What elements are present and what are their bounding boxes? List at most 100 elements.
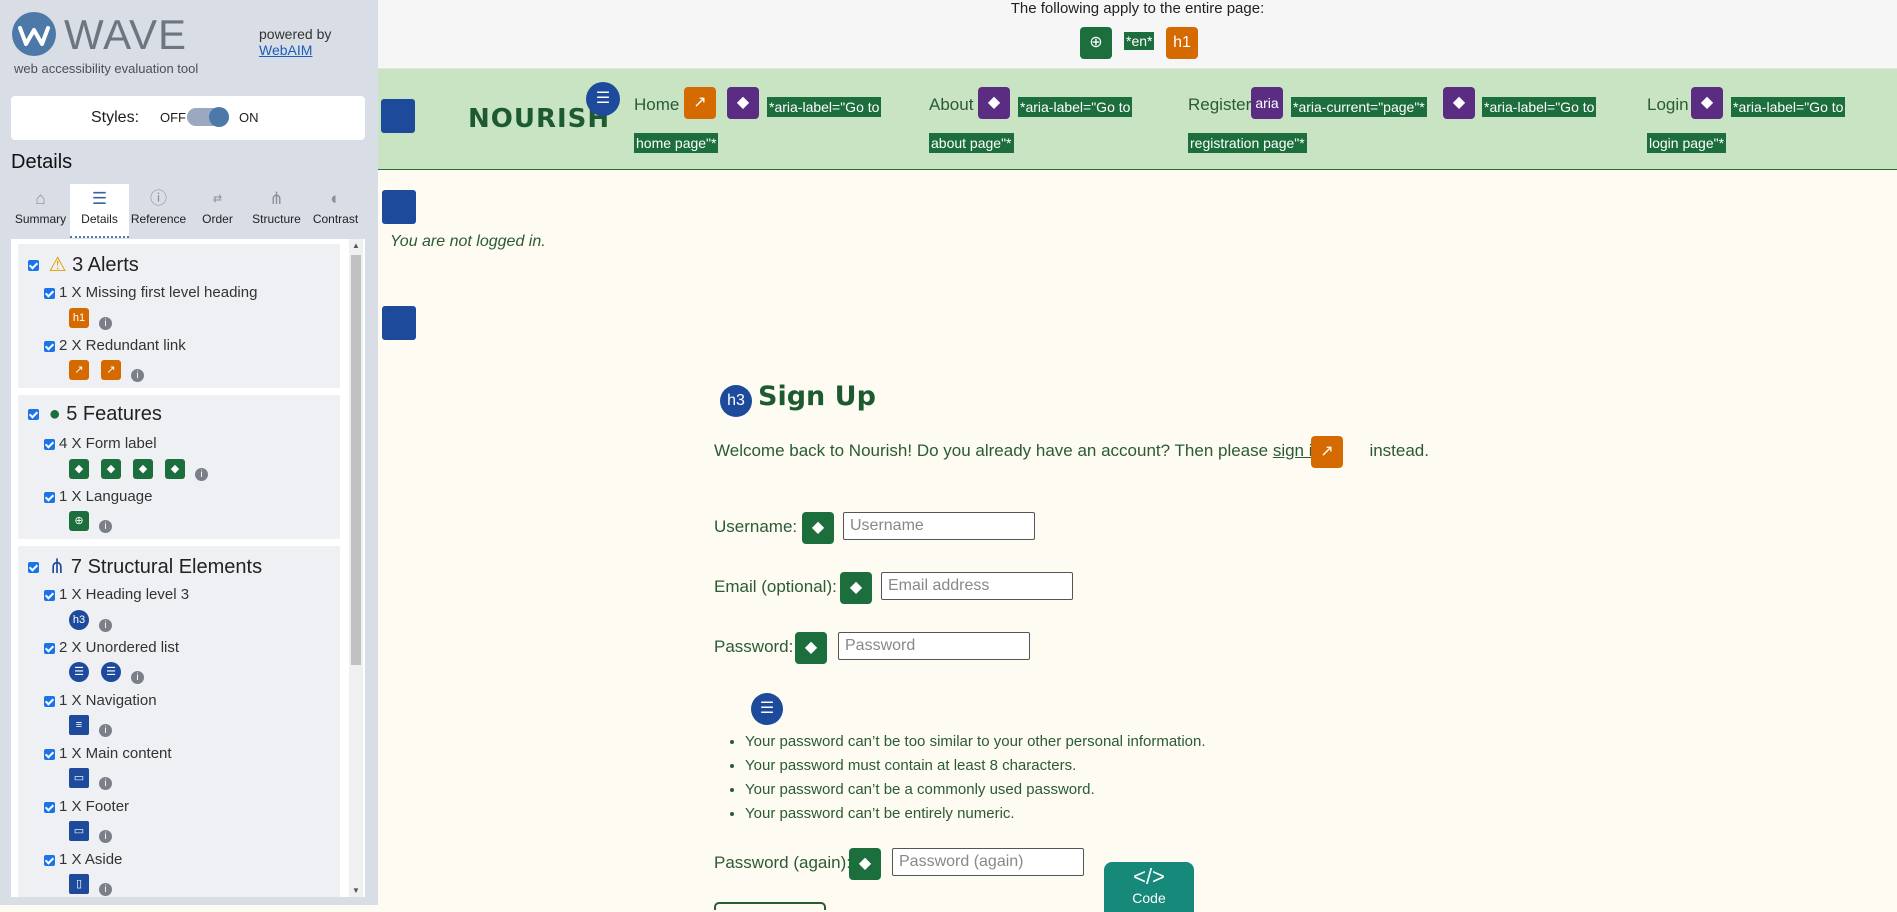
- tag-icon[interactable]: ◆: [795, 632, 827, 664]
- features-heading[interactable]: ● 5 Features: [28, 403, 162, 426]
- structure-item[interactable]: 1 X Main content: [44, 745, 172, 762]
- scroll-thumb[interactable]: [351, 255, 361, 665]
- item-checkbox[interactable]: [44, 695, 55, 707]
- info-icon[interactable]: i: [99, 776, 112, 790]
- tag-icon[interactable]: ◆: [101, 459, 121, 479]
- list-icon[interactable]: ☰: [586, 82, 620, 116]
- list-icon[interactable]: ☰: [69, 662, 89, 682]
- feature-item[interactable]: 4 X Form label: [44, 435, 157, 452]
- aria-icon[interactable]: aria: [1251, 87, 1283, 119]
- structure-icon: ⋔: [269, 189, 284, 208]
- item-checkbox[interactable]: [44, 340, 55, 352]
- nav-register[interactable]: Register: [1188, 95, 1251, 115]
- tab-details[interactable]: ☰ Details: [70, 184, 129, 238]
- tab-summary[interactable]: ⌂ Summary: [11, 184, 70, 236]
- submit-button[interactable]: [714, 902, 826, 910]
- item-checkbox[interactable]: [44, 642, 55, 654]
- structure-item[interactable]: 1 X Heading level 3: [44, 586, 189, 603]
- alert-item[interactable]: 1 X Missing first level heading: [44, 284, 257, 301]
- item-checkbox[interactable]: [44, 801, 55, 813]
- structure-item[interactable]: 1 X Aside: [44, 851, 122, 868]
- tab-structure[interactable]: ⋔ Structure: [247, 184, 306, 236]
- tag-icon[interactable]: ◆: [802, 512, 834, 544]
- structure-item[interactable]: 1 X Footer: [44, 798, 129, 815]
- aside-icon[interactable]: ▯: [69, 874, 89, 894]
- tag-icon[interactable]: ◆: [849, 848, 881, 880]
- info-icon[interactable]: i: [99, 618, 112, 632]
- tag-icon[interactable]: ◆: [840, 572, 872, 604]
- footer-icon[interactable]: ▭: [69, 821, 89, 841]
- redundant-link-icon[interactable]: ↗: [101, 360, 121, 380]
- scroll-up-icon[interactable]: ▲: [352, 241, 360, 250]
- password-input[interactable]: [838, 632, 1030, 660]
- tag-icon[interactable]: ◆: [1691, 87, 1723, 119]
- info-icon[interactable]: i: [99, 519, 112, 533]
- alerts-checkbox[interactable]: [28, 260, 39, 272]
- structure-item[interactable]: 1 X Navigation: [44, 692, 157, 709]
- navigation-icon[interactable]: [381, 99, 415, 133]
- alert-icons: h1 i: [69, 308, 112, 330]
- list-item: Your password can’t be entirely numeric.: [745, 802, 1206, 826]
- styles-toggle[interactable]: [187, 107, 229, 127]
- scroll-down-icon[interactable]: ▼: [352, 886, 360, 895]
- info-icon[interactable]: i: [99, 723, 112, 737]
- tag-icon[interactable]: ◆: [727, 87, 759, 119]
- globe-icon[interactable]: ⊕: [69, 511, 89, 531]
- info-icon[interactable]: i: [195, 467, 208, 481]
- item-checkbox[interactable]: [44, 491, 55, 503]
- tab-order[interactable]: ⇄ Order: [188, 184, 247, 236]
- info-icon[interactable]: i: [131, 670, 144, 684]
- details-panel[interactable]: ⚠ 3 Alerts 1 X Missing first level headi…: [11, 239, 365, 897]
- alert-item[interactable]: 2 X Redundant link: [44, 337, 186, 354]
- item-checkbox[interactable]: [44, 287, 55, 299]
- tag-icon[interactable]: ◆: [978, 87, 1010, 119]
- tab-reference[interactable]: ⓘ Reference: [129, 184, 188, 236]
- password-again-input[interactable]: [892, 848, 1084, 876]
- aside-icon[interactable]: [382, 190, 416, 224]
- list-icon[interactable]: ☰: [101, 662, 121, 682]
- list-icon[interactable]: ☰: [751, 693, 783, 725]
- email-input[interactable]: [881, 572, 1073, 600]
- feature-item[interactable]: 1 X Language: [44, 488, 152, 505]
- missing-h1-icon[interactable]: h1: [1166, 27, 1198, 59]
- styles-off-label: OFF: [160, 110, 186, 125]
- info-icon[interactable]: i: [99, 316, 112, 330]
- item-checkbox[interactable]: [44, 438, 55, 450]
- redundant-link-icon[interactable]: ↗: [1311, 436, 1343, 468]
- redundant-link-icon[interactable]: ↗: [69, 360, 89, 380]
- structure-item[interactable]: 2 X Unordered list: [44, 639, 179, 656]
- alerts-heading[interactable]: ⚠ 3 Alerts: [28, 252, 139, 277]
- tag-icon[interactable]: ◆: [69, 459, 89, 479]
- webaim-link[interactable]: WebAIM: [259, 42, 312, 58]
- tag-icon[interactable]: ◆: [133, 459, 153, 479]
- missing-h1-icon[interactable]: h1: [69, 308, 89, 328]
- toggle-knob: [209, 107, 229, 127]
- tag-icon[interactable]: ◆: [1443, 87, 1475, 119]
- info-icon[interactable]: i: [99, 829, 112, 843]
- info-icon[interactable]: i: [131, 368, 144, 382]
- globe-icon[interactable]: ⊕: [1080, 27, 1112, 59]
- password-again-label: Password (again):: [714, 853, 852, 872]
- redundant-link-icon[interactable]: ↗: [684, 87, 716, 119]
- item-checkbox[interactable]: [44, 748, 55, 760]
- navigation-icon[interactable]: ≡: [69, 715, 89, 735]
- item-checkbox[interactable]: [44, 854, 55, 866]
- item-checkbox[interactable]: [44, 589, 55, 601]
- info-icon[interactable]: i: [99, 882, 112, 896]
- features-checkbox[interactable]: [28, 409, 39, 421]
- password-rules: Your password can’t be too similar to yo…: [725, 730, 1206, 826]
- panel-scrollbar[interactable]: ▲ ▼: [349, 239, 363, 897]
- nav-about[interactable]: About: [929, 95, 973, 115]
- tag-icon[interactable]: ◆: [165, 459, 185, 479]
- tab-contrast[interactable]: ◐ Contrast: [306, 184, 365, 236]
- h3-icon[interactable]: h3: [720, 385, 752, 417]
- nav-home[interactable]: Home: [634, 95, 679, 115]
- main-content-icon[interactable]: [382, 306, 416, 340]
- username-input[interactable]: [843, 512, 1035, 540]
- h3-icon[interactable]: h3: [69, 610, 89, 630]
- structure-checkbox[interactable]: [28, 562, 39, 574]
- nav-login[interactable]: Login: [1647, 95, 1689, 115]
- structure-heading[interactable]: ⋔ 7 Structural Elements: [28, 554, 262, 579]
- main-content-icon[interactable]: ▭: [69, 768, 89, 788]
- item-label: 1 X Footer: [59, 798, 130, 815]
